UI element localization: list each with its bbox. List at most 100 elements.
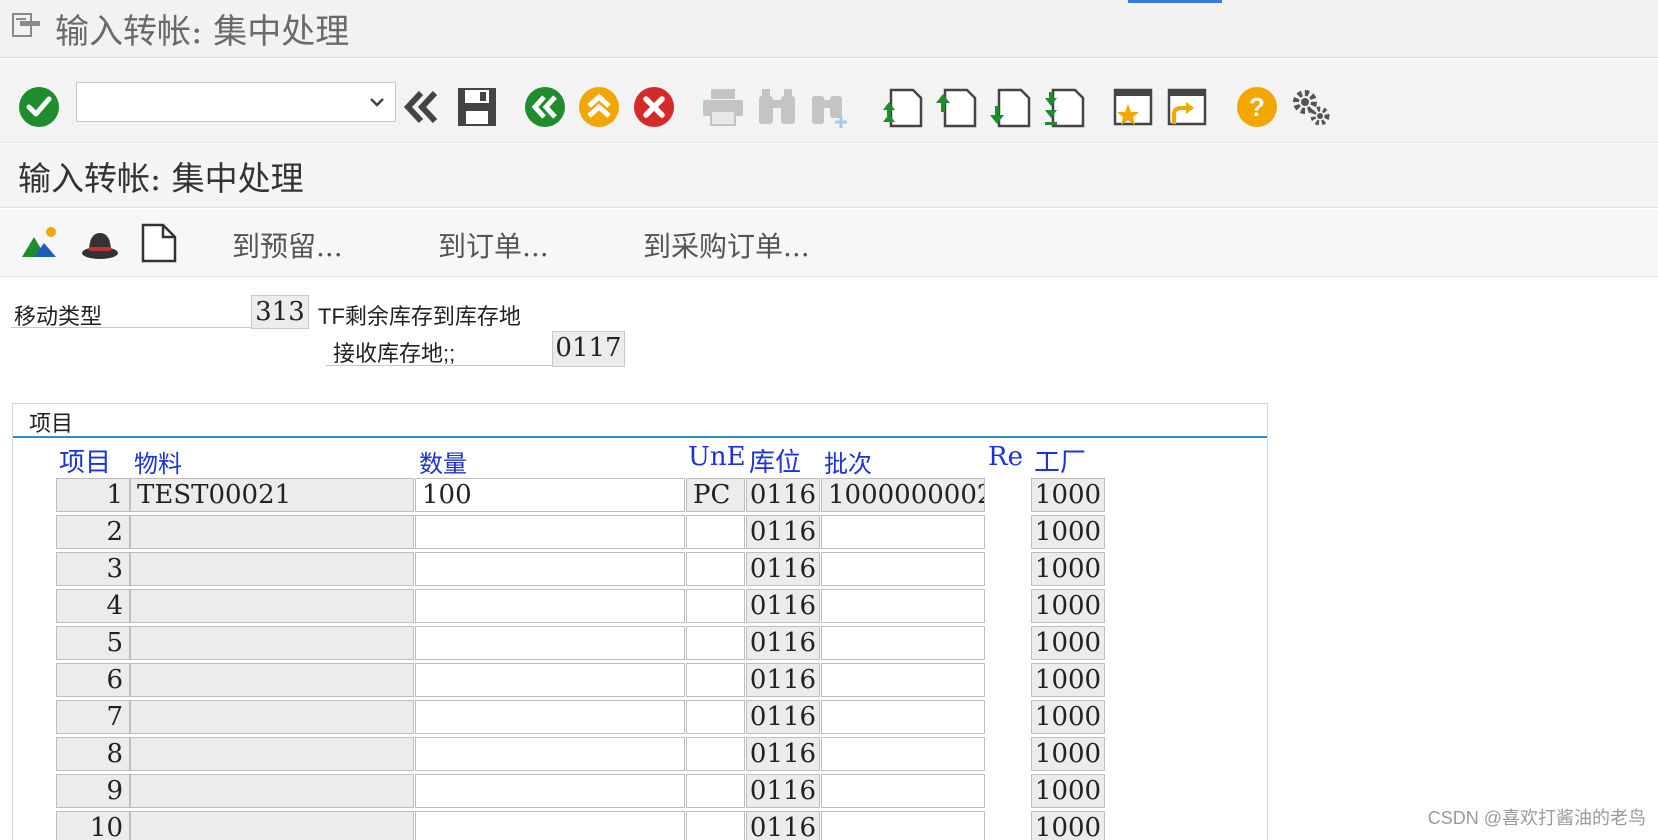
plant-field[interactable]: 1000 xyxy=(1031,811,1105,840)
customize-layout-icon[interactable] xyxy=(1289,85,1333,129)
batch-field[interactable] xyxy=(821,626,985,660)
quantity-field[interactable] xyxy=(415,552,685,586)
material-field[interactable] xyxy=(130,552,414,586)
plant-field[interactable]: 1000 xyxy=(1031,478,1105,512)
sloc-field[interactable]: 0116 xyxy=(746,478,820,512)
unit-field[interactable] xyxy=(686,811,745,840)
plant-field[interactable]: 1000 xyxy=(1031,700,1105,734)
material-field[interactable] xyxy=(130,515,414,549)
plant-field[interactable]: 1000 xyxy=(1031,626,1105,660)
sloc-field[interactable]: 0116 xyxy=(746,774,820,808)
command-input[interactable] xyxy=(83,83,363,119)
batch-field[interactable] xyxy=(821,589,985,623)
quantity-field[interactable] xyxy=(415,700,685,734)
material-field[interactable] xyxy=(130,737,414,771)
plant-field[interactable]: 1000 xyxy=(1031,589,1105,623)
material-field[interactable] xyxy=(130,663,414,697)
sloc-field[interactable]: 0116 xyxy=(746,700,820,734)
unit-field[interactable] xyxy=(686,700,745,734)
movement-type-field[interactable]: 313 xyxy=(251,295,309,329)
hold-hat-icon[interactable] xyxy=(80,223,120,263)
unit-field[interactable] xyxy=(686,663,745,697)
col-header-quantity[interactable]: 数量 xyxy=(419,444,467,479)
generate-shortcut-icon[interactable] xyxy=(1165,85,1209,129)
sloc-field[interactable]: 0116 xyxy=(746,589,820,623)
sloc-field[interactable]: 0116 xyxy=(746,552,820,586)
unit-field[interactable] xyxy=(686,515,745,549)
plant-field[interactable]: 1000 xyxy=(1031,552,1105,586)
to-order-link[interactable]: 到订单... xyxy=(438,225,549,265)
save-icon[interactable] xyxy=(455,85,499,129)
last-page-icon[interactable] xyxy=(1042,85,1086,129)
material-field[interactable] xyxy=(130,811,414,840)
material-field[interactable] xyxy=(130,589,414,623)
material-field[interactable]: TEST00021 xyxy=(130,478,414,512)
batch-field[interactable] xyxy=(821,811,985,840)
col-header-material[interactable]: 物料 xyxy=(134,444,182,479)
help-icon[interactable]: ? xyxy=(1235,85,1279,129)
exit-icon[interactable] xyxy=(577,85,621,129)
quantity-field[interactable] xyxy=(415,663,685,697)
sloc-field[interactable]: 0116 xyxy=(746,626,820,660)
receiving-sloc-label: 接收库存地;; xyxy=(333,341,456,366)
col-header-item[interactable]: 项目 xyxy=(59,442,111,479)
batch-field[interactable] xyxy=(821,774,985,808)
to-reservation-link[interactable]: 到预留... xyxy=(232,225,343,265)
unit-field[interactable] xyxy=(686,626,745,660)
unit-field[interactable] xyxy=(686,737,745,771)
enter-icon[interactable] xyxy=(17,85,61,129)
sloc-field[interactable]: 0116 xyxy=(746,515,820,549)
back-double-icon[interactable] xyxy=(399,85,443,129)
quantity-field[interactable] xyxy=(415,737,685,771)
first-page-icon[interactable] xyxy=(880,85,924,129)
command-field[interactable] xyxy=(76,82,396,122)
batch-field[interactable] xyxy=(821,700,985,734)
sloc-field[interactable]: 0116 xyxy=(746,737,820,771)
create-session-icon[interactable] xyxy=(1111,85,1155,129)
movement-type-description: TF剩余库存到库存地 xyxy=(318,304,521,329)
batch-field[interactable] xyxy=(821,552,985,586)
next-page-icon[interactable] xyxy=(988,85,1032,129)
quantity-field[interactable]: 100 xyxy=(415,478,685,512)
menu-icon[interactable] xyxy=(12,12,42,38)
unit-field[interactable] xyxy=(686,552,745,586)
items-panel-title: 项目 xyxy=(29,411,74,436)
new-document-icon[interactable] xyxy=(139,223,179,263)
previous-page-icon[interactable] xyxy=(934,85,978,129)
material-field[interactable] xyxy=(130,774,414,808)
unit-field[interactable] xyxy=(686,774,745,808)
receiving-sloc-field[interactable]: 0117 xyxy=(552,331,625,367)
col-header-batch[interactable]: 批次 xyxy=(824,444,872,479)
material-field[interactable] xyxy=(130,700,414,734)
unit-field[interactable] xyxy=(686,589,745,623)
quantity-field[interactable] xyxy=(415,515,685,549)
col-header-plant[interactable]: 工厂 xyxy=(1034,442,1086,479)
item-number-cell: 1 xyxy=(56,478,130,512)
batch-field[interactable] xyxy=(821,737,985,771)
back-icon[interactable] xyxy=(523,85,567,129)
quantity-field[interactable] xyxy=(415,589,685,623)
col-header-unit[interactable]: UnE xyxy=(688,442,746,472)
plant-field[interactable]: 1000 xyxy=(1031,774,1105,808)
batch-field[interactable] xyxy=(821,663,985,697)
batch-field[interactable] xyxy=(821,515,985,549)
plant-field[interactable]: 1000 xyxy=(1031,737,1105,771)
material-field[interactable] xyxy=(130,626,414,660)
items-panel-divider xyxy=(13,436,1267,438)
quantity-field[interactable] xyxy=(415,774,685,808)
col-header-sloc[interactable]: 库位 xyxy=(749,442,801,479)
overview-icon[interactable] xyxy=(20,223,60,263)
cancel-icon[interactable] xyxy=(632,85,676,129)
quantity-field[interactable] xyxy=(415,626,685,660)
plant-field[interactable]: 1000 xyxy=(1031,515,1105,549)
batch-field[interactable]: 1000000002 xyxy=(821,478,985,512)
plant-field[interactable]: 1000 xyxy=(1031,663,1105,697)
to-purchase-order-link[interactable]: 到采购订单... xyxy=(643,225,810,265)
col-header-re[interactable]: Re xyxy=(988,442,1023,472)
item-number-cell: 8 xyxy=(56,737,130,771)
unit-field[interactable]: PC xyxy=(686,478,745,512)
command-dropdown-icon[interactable] xyxy=(369,94,385,110)
sloc-field[interactable]: 0116 xyxy=(746,811,820,840)
sloc-field[interactable]: 0116 xyxy=(746,663,820,697)
quantity-field[interactable] xyxy=(415,811,685,840)
